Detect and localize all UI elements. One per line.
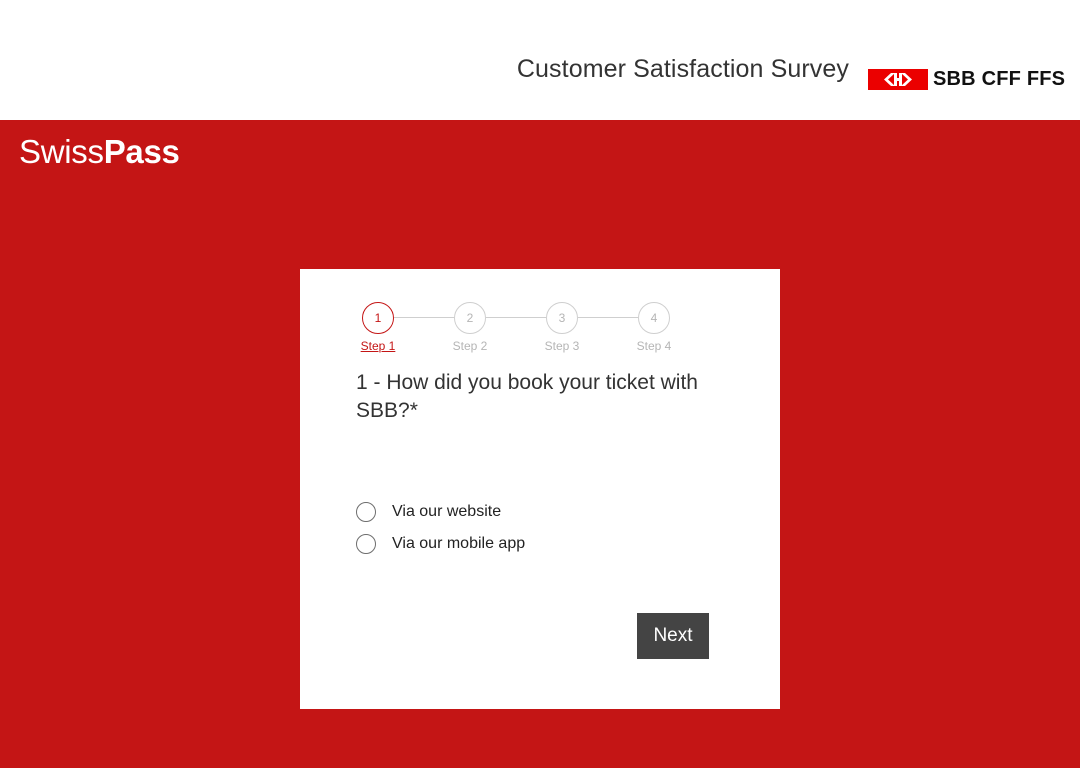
option-website[interactable]: Via our website — [356, 502, 501, 522]
brand-swiss: Swiss — [19, 133, 104, 170]
step-circle: 2 — [454, 302, 486, 334]
step-label: Step 2 — [452, 339, 488, 353]
option-label[interactable]: Via our website — [392, 503, 501, 521]
step-circle: 4 — [638, 302, 670, 334]
progress-stepper: 1 Step 1 2 Step 2 3 Step 3 4 Step 4 — [300, 269, 780, 359]
step-3: 3 Step 3 — [532, 302, 592, 353]
sbb-wordmark: SBB CFF FFS — [933, 68, 1066, 90]
sbb-arrows-icon — [868, 69, 928, 90]
step-4: 4 Step 4 — [624, 302, 684, 353]
survey-title: Customer Satisfaction Survey — [516, 55, 849, 83]
step-circle: 3 — [546, 302, 578, 334]
survey-card: 1 Step 1 2 Step 2 3 Step 3 4 Step 4 1 - … — [300, 269, 780, 709]
option-label[interactable]: Via our mobile app — [392, 535, 525, 553]
swisspass-logo: SwissPass — [19, 133, 180, 171]
question-text: 1 - How did you book your ticket with SB… — [356, 371, 698, 422]
radio-button[interactable] — [356, 534, 376, 554]
sbb-logo[interactable]: SBB CFF FFS — [868, 68, 1065, 91]
next-button[interactable]: Next — [637, 613, 709, 659]
option-mobile-app[interactable]: Via our mobile app — [356, 534, 525, 554]
brand-pass: Pass — [103, 133, 180, 170]
step-label: Step 4 — [636, 339, 672, 353]
step-1[interactable]: 1 Step 1 — [348, 302, 408, 353]
step-label: Step 3 — [544, 339, 580, 353]
step-label: Step 1 — [360, 339, 396, 353]
radio-button[interactable] — [356, 502, 376, 522]
step-2: 2 Step 2 — [440, 302, 500, 353]
header-bar: Customer Satisfaction Survey SBB CFF FFS — [0, 0, 1080, 120]
step-circle: 1 — [362, 302, 394, 334]
